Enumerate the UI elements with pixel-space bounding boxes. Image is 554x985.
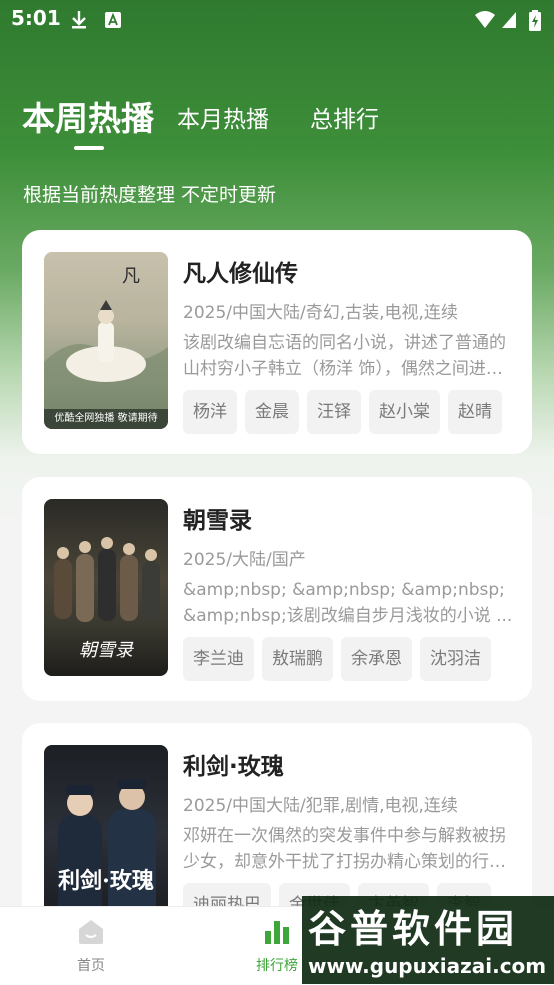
keyboard-a-icon: [105, 12, 121, 28]
watermark-text: 谷普软件园: [308, 907, 519, 951]
home-icon: [79, 920, 103, 944]
drama-meta: 2025/中国大陆/犯罪,剧情,电视,连续: [183, 796, 458, 816]
watermark-logo: 谷普软件园 www.gupuxiazai.com: [302, 896, 554, 984]
tab-overall[interactable]: 总排行: [310, 100, 379, 134]
watermark-url: www.gupuxiazai.com: [308, 954, 547, 978]
cast-tags: 杨洋 金晨 汪铎 赵小棠 赵晴: [183, 390, 502, 434]
svg-text:凡: 凡: [122, 266, 140, 287]
poster-art: [58, 779, 156, 922]
poster-caption: 优酷全网独播 敬请期待: [44, 409, 168, 429]
nav-home-label: 首页: [77, 958, 105, 974]
signal-icon: [502, 12, 516, 28]
cast-tag[interactable]: 杨洋: [183, 390, 237, 434]
drama-title: 利剑·玫瑰: [183, 754, 284, 780]
chart-icon: [265, 921, 289, 944]
cast-tag[interactable]: 赵晴: [448, 390, 502, 434]
tab-monthly[interactable]: 本月热播: [177, 100, 269, 134]
poster-caption: 朝雪录: [79, 640, 133, 661]
poster-caption: 利剑·玫瑰: [58, 868, 154, 894]
cast-tag[interactable]: 沈羽洁: [420, 637, 491, 681]
tab-weekly[interactable]: 本周热播: [22, 92, 154, 140]
cast-tag[interactable]: 金晨: [245, 390, 299, 434]
nav-home[interactable]: 首页: [46, 917, 136, 975]
cast-tag[interactable]: 赵小棠: [369, 390, 440, 434]
battery-charging-icon: [529, 10, 541, 31]
drama-description: 该剧改编自忘语的同名小说，讲述了普通的山村穷小子韩立（杨洋 饰），偶然之间进入江…: [183, 333, 506, 379]
drama-poster: 朝雪录: [44, 499, 168, 676]
active-tab-indicator: [74, 146, 104, 150]
drama-title: 凡人修仙传: [183, 261, 298, 287]
drama-description: 邓妍在一次偶然的突发事件中参与解救被拐少女，却意外干扰了打拐办精心策划的行动。: [183, 826, 506, 872]
cast-tag[interactable]: 李兰迪: [183, 637, 254, 681]
download-icon: [72, 11, 86, 29]
cast-tags: 李兰迪 敖瑞鹏 余承恩 沈羽洁: [183, 637, 491, 681]
drama-description: &amp;nbsp; &amp;nbsp; &amp;nbsp; &amp;nb…: [183, 580, 513, 626]
cast-tag[interactable]: 汪铎: [307, 390, 361, 434]
poster-art: 凡: [44, 266, 168, 429]
ranking-subtitle: 根据当前热度整理 不定时更新: [23, 184, 277, 206]
drama-card[interactable]: 朝雪录 朝雪录 2025/大陆/国产 &amp;nbsp; &amp;nbsp;…: [22, 477, 532, 701]
drama-poster: 利剑·玫瑰: [44, 745, 168, 922]
status-time: 5:01: [11, 6, 61, 30]
drama-card[interactable]: 凡 优酷全网独播 敬请期待 凡人修仙传 2025/中国大陆/奇幻,古装,电视,连…: [22, 230, 532, 454]
cast-tag[interactable]: 余承恩: [341, 637, 412, 681]
cast-tag[interactable]: 敖瑞鹏: [262, 637, 333, 681]
drama-meta: 2025/大陆/国产: [183, 550, 306, 570]
wifi-icon: [475, 11, 495, 28]
status-bar: 5:01: [0, 0, 554, 38]
drama-poster: 凡 优酷全网独播 敬请期待: [44, 252, 168, 429]
drama-meta: 2025/中国大陆/奇幻,古装,电视,连续: [183, 303, 458, 323]
drama-title: 朝雪录: [183, 508, 252, 534]
